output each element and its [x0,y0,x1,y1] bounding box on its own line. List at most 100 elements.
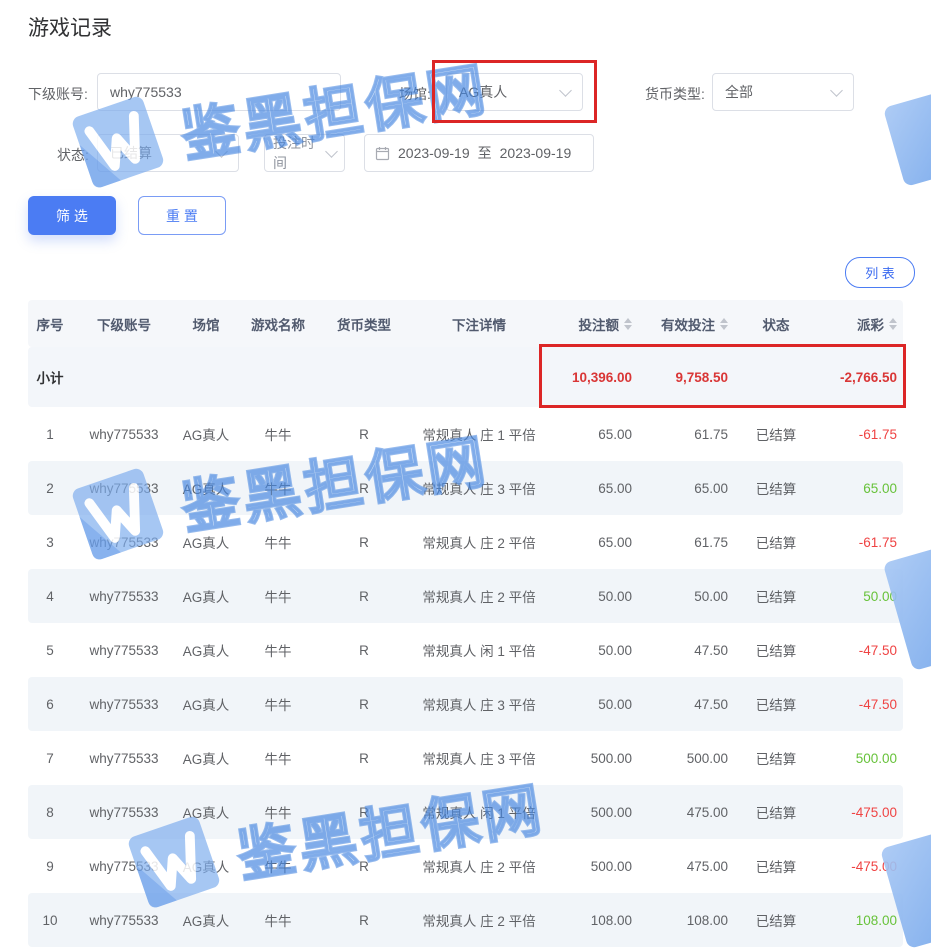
filter-button[interactable]: 筛 选 [28,196,116,235]
chevron-down-icon [830,84,843,97]
cell-detail: 常规真人 闲 1 平倍 [408,802,550,822]
watermark-fragment [883,91,931,187]
table-row[interactable]: 2 why775533 AG真人 牛牛 R 常规真人 庄 3 平倍 65.00 … [28,461,903,515]
cell-bet: 500.00 [550,805,638,820]
cell-currency: R [320,427,408,442]
header-game: 游戏名称 [236,314,320,334]
cell-detail: 常规真人 庄 3 平倍 [408,748,550,768]
cell-index: 7 [28,751,72,766]
header-payout-sort[interactable]: 派彩 [818,314,903,334]
cell-payout: -47.50 [818,643,903,658]
subtotal-payout: -2,766.50 [818,370,903,385]
date-to-value: 2023-09-19 [500,145,572,161]
cell-payout: -61.75 [818,535,903,550]
cell-status: 已结算 [734,802,818,822]
cell-payout: -47.50 [818,697,903,712]
cell-game: 牛牛 [236,910,320,930]
cell-game: 牛牛 [236,802,320,822]
cell-status: 已结算 [734,640,818,660]
watermark: 鉴黑担保网 [57,35,495,199]
cell-bet: 50.00 [550,589,638,604]
cell-detail: 常规真人 庄 2 平倍 [408,532,550,552]
cell-payout: -61.75 [818,427,903,442]
reset-button[interactable]: 重 置 [138,196,226,235]
cell-detail: 常规真人 庄 2 平倍 [408,856,550,876]
account-label: 下级账号: [28,84,88,104]
cell-account: why775533 [72,535,176,550]
venue-label: 场馆: [399,84,431,104]
status-select[interactable]: 已结算 [97,134,239,172]
cell-venue: AG真人 [176,424,236,444]
cell-payout: 108.00 [818,913,903,928]
table-row[interactable]: 6 why775533 AG真人 牛牛 R 常规真人 庄 3 平倍 50.00 … [28,677,903,731]
cell-status: 已结算 [734,586,818,606]
table-row[interactable]: 9 why775533 AG真人 牛牛 R 常规真人 庄 2 平倍 500.00… [28,839,903,893]
cell-currency: R [320,589,408,604]
table-row[interactable]: 10 why775533 AG真人 牛牛 R 常规真人 庄 2 平倍 108.0… [28,893,903,947]
cell-index: 3 [28,535,72,550]
header-currency: 货币类型 [320,314,408,334]
subtotal-bet: 10,396.00 [550,370,638,385]
currency-select[interactable]: 全部 [712,73,854,111]
cell-game: 牛牛 [236,478,320,498]
table-body: 1 why775533 AG真人 牛牛 R 常规真人 庄 1 平倍 65.00 … [28,407,903,947]
table-row[interactable]: 7 why775533 AG真人 牛牛 R 常规真人 庄 3 平倍 500.00… [28,731,903,785]
cell-status: 已结算 [734,748,818,768]
time-type-select[interactable]: 投注时间 [264,134,345,172]
page-title: 游戏记录 [28,12,112,42]
cell-account: why775533 [72,643,176,658]
header-index: 序号 [28,314,72,334]
table-row[interactable]: 4 why775533 AG真人 牛牛 R 常规真人 庄 2 平倍 50.00 … [28,569,903,623]
cell-account: why775533 [72,913,176,928]
records-table: 序号 下级账号 场馆 游戏名称 货币类型 下注详情 投注额 有效投注 状态 派彩… [28,300,903,947]
table-row[interactable]: 1 why775533 AG真人 牛牛 R 常规真人 庄 1 平倍 65.00 … [28,407,903,461]
header-valid-sort[interactable]: 有效投注 [638,314,734,334]
date-from-value: 2023-09-19 [398,145,470,161]
table-row[interactable]: 5 why775533 AG真人 牛牛 R 常规真人 闲 1 平倍 50.00 … [28,623,903,677]
subtotal-label: 小计 [28,367,72,387]
cell-game: 牛牛 [236,586,320,606]
cell-bet: 65.00 [550,427,638,442]
table-row[interactable]: 8 why775533 AG真人 牛牛 R 常规真人 闲 1 平倍 500.00… [28,785,903,839]
table-row[interactable]: 3 why775533 AG真人 牛牛 R 常规真人 庄 2 平倍 65.00 … [28,515,903,569]
header-bet-sort[interactable]: 投注额 [550,314,638,334]
cell-payout: 500.00 [818,751,903,766]
cell-valid: 65.00 [638,481,734,496]
cell-detail: 常规真人 庄 2 平倍 [408,586,550,606]
cell-game: 牛牛 [236,748,320,768]
sort-icon [889,318,897,330]
cell-payout: 50.00 [818,589,903,604]
venue-select[interactable]: AG真人 [446,73,583,111]
currency-label: 货币类型: [645,84,705,104]
cell-bet: 50.00 [550,643,638,658]
cell-currency: R [320,913,408,928]
cell-index: 9 [28,859,72,874]
cell-index: 6 [28,697,72,712]
cell-game: 牛牛 [236,640,320,660]
cell-detail: 常规真人 庄 3 平倍 [408,694,550,714]
sort-icon [624,318,632,330]
sort-icon [720,318,728,330]
venue-select-value: AG真人 [459,82,507,102]
cell-account: why775533 [72,751,176,766]
cell-account: why775533 [72,589,176,604]
currency-select-value: 全部 [725,82,753,102]
cell-venue: AG真人 [176,802,236,822]
date-range-picker[interactable]: 2023-09-19 至 2023-09-19 [364,134,594,172]
subtotal-row: 小计 10,396.00 9,758.50 -2,766.50 [28,347,903,407]
cell-index: 8 [28,805,72,820]
cell-payout: -475.00 [818,805,903,820]
cell-game: 牛牛 [236,694,320,714]
cell-bet: 65.00 [550,481,638,496]
cell-detail: 常规真人 闲 1 平倍 [408,640,550,660]
cell-index: 5 [28,643,72,658]
cell-detail: 常规真人 庄 3 平倍 [408,478,550,498]
chevron-down-icon [559,84,572,97]
cell-currency: R [320,805,408,820]
cell-venue: AG真人 [176,856,236,876]
cell-game: 牛牛 [236,424,320,444]
subtotal-valid: 9,758.50 [638,370,734,385]
cell-valid: 50.00 [638,589,734,604]
account-input[interactable] [98,74,340,110]
list-view-button[interactable]: 列 表 [845,257,915,288]
